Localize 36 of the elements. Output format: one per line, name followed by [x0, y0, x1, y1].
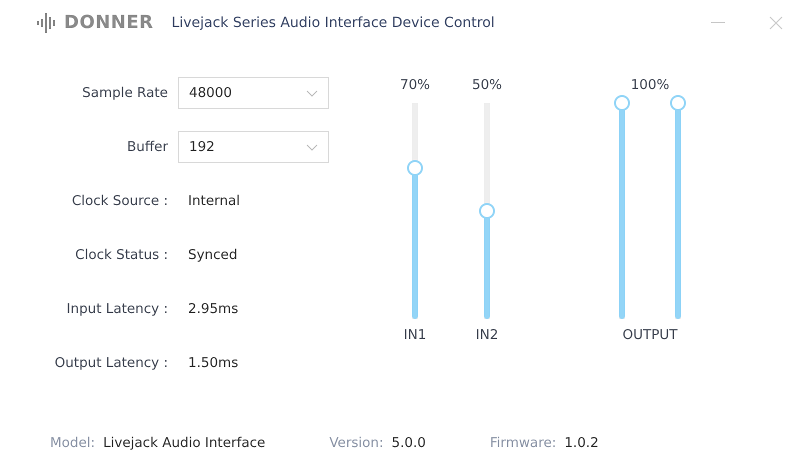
level-reading: 70% — [400, 77, 430, 95]
slider-thumb[interactable] — [670, 95, 686, 111]
info-value: 5.0.0 — [392, 435, 426, 451]
info-label: Firmware: — [490, 435, 556, 451]
setting-label: Input Latency : — [66, 301, 168, 317]
setting-label: Clock Status : — [74, 247, 168, 263]
chevron-down-icon — [306, 144, 318, 150]
close-icon — [769, 16, 783, 30]
minimize-icon — [711, 22, 725, 23]
waveform-icon — [36, 12, 58, 34]
setting-value: Internal — [188, 193, 240, 209]
close-button[interactable] — [767, 14, 785, 32]
level-reading: 50% — [472, 77, 502, 95]
info-value: Livejack Audio Interface — [103, 435, 266, 451]
level-reading: 100% — [630, 77, 670, 95]
setting-label: Output Latency : — [54, 355, 168, 371]
channel-label: IN2 — [476, 327, 498, 343]
dropdown[interactable]: 48000 — [178, 77, 329, 109]
chevron-down-icon — [306, 90, 318, 96]
channel-label: OUTPUT — [622, 327, 678, 343]
window-title: Livejack Series Audio Interface Device Control — [172, 14, 496, 30]
setting-value: Synced — [188, 247, 238, 263]
slider-thumb[interactable] — [479, 203, 495, 219]
dropdown[interactable]: 192 — [178, 131, 329, 163]
info-value: 1.0.2 — [564, 435, 599, 451]
slider-thumb[interactable] — [614, 95, 630, 111]
setting-value: 1.50ms — [188, 355, 238, 371]
info-label: Model: — [50, 435, 96, 451]
setting-value: 2.95ms — [188, 301, 238, 317]
setting-label: Sample Rate — [81, 85, 168, 101]
channel-label: IN1 — [404, 327, 426, 343]
setting-label: Buffer — [126, 139, 168, 155]
setting-label: Clock Source : — [70, 193, 168, 209]
brand-logo: DONNER — [64, 12, 154, 33]
info-label: Version: — [329, 435, 384, 451]
slider-thumb[interactable] — [407, 160, 423, 176]
